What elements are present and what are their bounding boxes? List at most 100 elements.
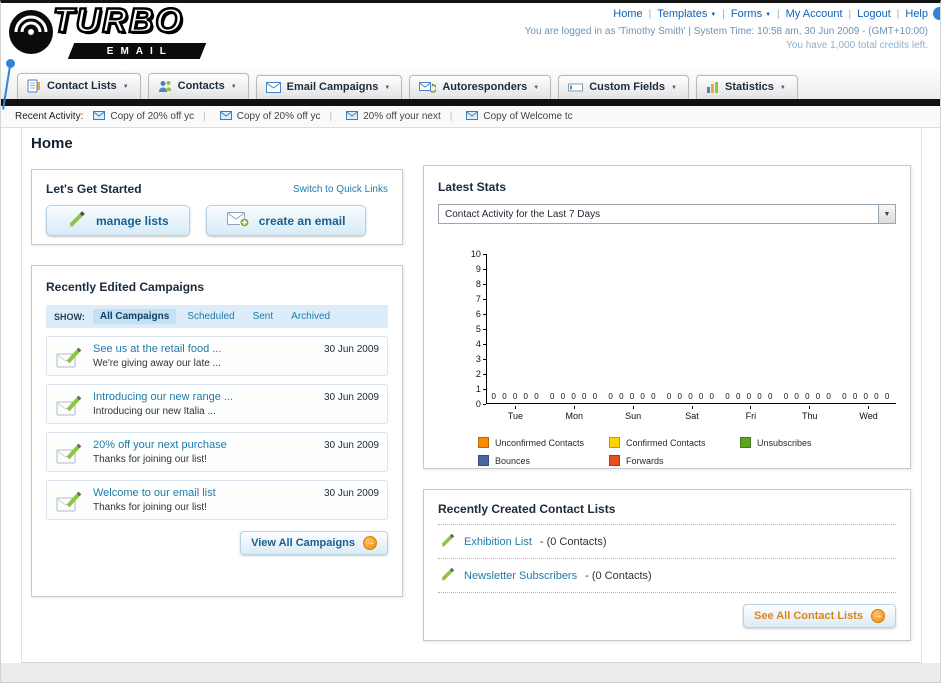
page: TURBO EMAIL Home | Templates | Forms | M… [0, 0, 941, 683]
credits-status: You have 1,000 total credits left. [786, 40, 928, 51]
chevron-down-icon [123, 80, 129, 92]
nav-link-help[interactable]: Help [905, 8, 928, 20]
see-all-contact-lists-button[interactable]: See All Contact Lists [742, 604, 896, 628]
contact-list-detail: - (0 Contacts) [539, 535, 607, 548]
filter-archived[interactable]: Archived [284, 309, 337, 324]
nav-separator: | [777, 8, 780, 20]
manage-lists-button[interactable]: manage lists [46, 205, 190, 236]
chart-x-labels: Tue Mon Sun Sat Fri Thu Wed [486, 406, 898, 421]
campaign-date: 30 Jun 2009 [323, 392, 379, 403]
nav-separator: | [722, 8, 725, 20]
filter-all-campaigns[interactable]: All Campaigns [92, 309, 177, 324]
nav-link-logout[interactable]: Logout [857, 8, 891, 20]
chart-y-label: 10 [471, 249, 486, 259]
tab-contacts[interactable]: Contacts [147, 73, 249, 99]
footer-strip [1, 663, 940, 682]
header-right: Home | Templates | Forms | My Account | … [525, 8, 928, 51]
contact-list-link[interactable]: Newsletter Subscribers [464, 570, 577, 582]
nav-link-forms[interactable]: Forms [731, 8, 771, 20]
activity-item[interactable]: Copy of 20% off yc [194, 110, 321, 123]
main-nav: Contact Lists Contacts Email Campaigns A… [1, 67, 940, 99]
activity-item[interactable]: Copy of 20% off yc [93, 110, 194, 123]
activity-item-label: 20% off your next [363, 111, 441, 122]
header: TURBO EMAIL Home | Templates | Forms | M… [1, 3, 940, 67]
chart-y-label: 4 [476, 339, 486, 349]
envelope-plus-icon [226, 211, 250, 231]
logo-title: TURBO [52, 2, 184, 41]
list-item: Newsletter Subscribers - (0 Contacts) [438, 559, 896, 593]
campaign-title-link[interactable]: Introducing our new range ... [93, 391, 317, 403]
nav-link-my-account[interactable]: My Account [786, 8, 843, 20]
stats-range-value: Contact Activity for the Last 7 Days [445, 208, 601, 220]
chart-value-group: 0 0 0 0 0 [608, 392, 658, 401]
nav-separator: | [848, 8, 852, 20]
pencil-icon [440, 566, 456, 585]
chart-y-label: 0 [476, 399, 486, 409]
chart-y-label: 5 [476, 324, 486, 334]
tab-contact-lists[interactable]: Contact Lists [17, 73, 141, 99]
filter-sent[interactable]: Sent [246, 309, 281, 324]
campaign-title-link[interactable]: 20% off your next purchase [93, 439, 317, 451]
nav-link-home[interactable]: Home [613, 8, 642, 20]
envelope-pencil-icon [56, 441, 82, 470]
latest-stats-title: Latest Stats [438, 180, 507, 194]
campaign-date: 30 Jun 2009 [323, 440, 379, 451]
campaign-subtitle: Introducing our new Italia ... [93, 406, 216, 417]
legend-swatch [609, 437, 620, 448]
stats-legend: Unconfirmed Contacts Confirmed Contacts Un… [478, 437, 898, 473]
chevron-down-icon [878, 205, 895, 223]
envelope-icon [93, 110, 106, 123]
legend-label: Bounces [495, 455, 531, 466]
get-started-title: Let's Get Started [46, 182, 142, 196]
view-all-campaigns-button[interactable]: View All Campaigns [240, 531, 388, 555]
activity-item[interactable]: 20% off your next [320, 110, 441, 123]
legend-label: Unconfirmed Contacts [495, 437, 585, 448]
campaign-title-link[interactable]: Welcome to our email list [93, 487, 317, 499]
chart-plot-area: 0 0 0 0 0 0 0 0 0 0 0 0 0 0 0 0 0 0 0 0 0 0 … [485, 254, 896, 404]
pencil-icon [67, 209, 87, 232]
create-email-button[interactable]: create an email [205, 205, 367, 236]
arrow-right-icon [363, 536, 377, 550]
nav-link-label: Home [613, 8, 643, 20]
activity-item-label: Copy of 20% off yc [236, 111, 321, 122]
pencil-icon [440, 532, 456, 551]
envelope-pencil-icon [56, 345, 82, 374]
logo-subtitle: EMAIL [106, 45, 174, 57]
chart-y-label: 8 [476, 279, 486, 289]
chart-value-group: 0 0 0 0 0 [491, 392, 541, 401]
contacts-icon [158, 79, 172, 93]
filter-scheduled[interactable]: Scheduled [180, 309, 241, 324]
divider-bar [1, 99, 940, 106]
legend-label: Forwards [626, 455, 664, 466]
tab-custom-fields[interactable]: Custom Fields [558, 75, 689, 99]
chart-x-label: Tue [486, 406, 545, 421]
campaign-item: Welcome to our email list Thanks for joi… [46, 480, 388, 520]
nav-link-label: Templates [657, 8, 708, 20]
switch-quick-links-link[interactable]: Switch to Quick Links [293, 184, 388, 195]
see-all-contact-lists-label: See All Contact Lists [753, 610, 863, 622]
login-status: You are logged in as 'Timothy Smith' | S… [524, 26, 928, 37]
stats-range-select[interactable]: Contact Activity for the Last 7 Days [438, 204, 896, 224]
chevron-down-icon [231, 80, 237, 92]
statistics-icon [706, 81, 719, 93]
activity-item[interactable]: Copy of Welcome tc [441, 110, 573, 123]
nav-link-label: Help [905, 8, 928, 20]
chart-x-label: Sat [663, 406, 722, 421]
chevron-down-icon [533, 81, 539, 93]
campaign-title-link[interactable]: See us at the retail food ... [93, 343, 317, 355]
tab-statistics[interactable]: Statistics [695, 75, 798, 99]
tab-autoresponders[interactable]: Autoresponders [409, 75, 552, 99]
campaign-subtitle: Thanks for joining our list! [93, 454, 207, 465]
legend-item: Forwards [609, 455, 740, 466]
campaign-date: 30 Jun 2009 [323, 344, 379, 355]
nav-link-label: My Account [785, 8, 843, 20]
tab-email-campaigns[interactable]: Email Campaigns [255, 75, 403, 99]
view-all-campaigns-label: View All Campaigns [251, 537, 355, 549]
tab-label: Email Campaigns [286, 81, 379, 93]
contact-list-link[interactable]: Exhibition List [464, 536, 532, 548]
logo-email-banner: EMAIL [67, 43, 207, 59]
campaign-item: See us at the retail food ... We're givi… [46, 336, 388, 376]
nav-link-templates[interactable]: Templates [657, 8, 716, 20]
chevron-down-icon [384, 81, 390, 93]
manage-lists-label: manage lists [96, 213, 169, 228]
